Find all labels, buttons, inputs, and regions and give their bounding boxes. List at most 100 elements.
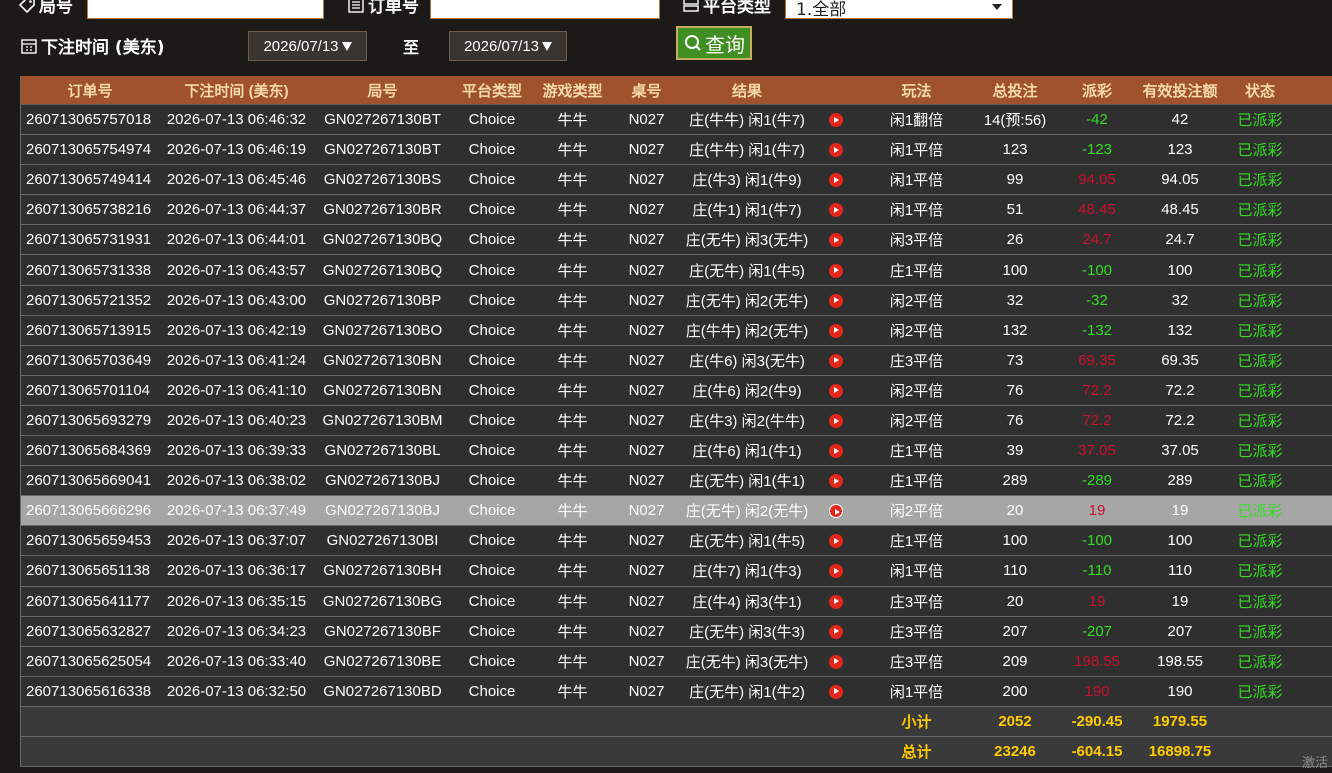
cell-replay (813, 562, 859, 579)
col-header-order[interactable]: 订单号 (21, 80, 159, 101)
cell-result: 庄(牛牛) 闲1(牛7) (689, 112, 805, 130)
col-header-payout[interactable]: 派彩 (1056, 80, 1138, 101)
play-replay-icon[interactable] (829, 624, 843, 639)
platform-select-value: 1.全部 (796, 0, 847, 20)
table-row[interactable]: 260713065754974 2026-07-13 06:46:19 GN0272… (21, 135, 1332, 166)
query-button[interactable]: 查询 (676, 26, 752, 60)
table-row[interactable]: 260713065625054 2026-07-13 06:33:40 GN0272… (21, 646, 1332, 677)
col-header-valid[interactable]: 有效投注额 (1138, 80, 1222, 101)
platform-select[interactable]: 1.全部 (785, 0, 1013, 20)
table-row[interactable]: 260713065632827 2026-07-13 06:34:23 GN0272… (21, 616, 1332, 647)
cell-order: 260713065738216 (26, 201, 152, 219)
play-replay-icon[interactable] (829, 654, 843, 669)
col-header-result[interactable]: 结果 (681, 80, 813, 101)
play-replay-icon[interactable] (829, 293, 843, 308)
play-replay-icon[interactable] (829, 233, 843, 248)
cell-play: 闲2平倍 (889, 503, 944, 521)
play-replay-icon[interactable] (829, 173, 843, 188)
play-replay-icon[interactable] (829, 383, 843, 398)
play-replay-icon[interactable] (829, 143, 843, 158)
cell-round: GN027267130BP (323, 291, 442, 309)
cell-replay (813, 292, 859, 309)
cell-valid: 132 (1167, 321, 1193, 339)
play-replay-icon[interactable] (829, 594, 843, 609)
cell-game: 牛牛 (557, 142, 588, 160)
table-row[interactable]: 260713065641177 2026-07-13 06:35:15 GN0272… (21, 586, 1332, 617)
play-replay-icon[interactable] (829, 564, 843, 579)
table-row[interactable]: 260713065749414 2026-07-13 06:45:46 GN0272… (21, 165, 1332, 196)
cell-status: 已派彩 (1237, 382, 1283, 400)
cell-platform: Choice (468, 111, 516, 129)
table-row[interactable]: 260713065738216 2026-07-13 06:44:37 GN0272… (21, 195, 1332, 226)
play-replay-icon[interactable] (829, 504, 843, 519)
cell-valid: 198.55 (1157, 652, 1203, 670)
play-replay-icon[interactable] (829, 414, 843, 429)
cell-replay (813, 683, 859, 700)
table-row[interactable]: 260713065731931 2026-07-13 06:44:01 GN0272… (21, 225, 1332, 256)
table-row[interactable]: 260713065731338 2026-07-13 06:43:57 GN0272… (21, 255, 1332, 286)
play-replay-icon[interactable] (829, 203, 843, 218)
cell-replay (813, 532, 859, 549)
play-replay-icon[interactable] (829, 684, 843, 699)
table-row[interactable]: 260713065684369 2026-07-13 06:39:33 GN0272… (21, 436, 1332, 467)
table-row[interactable]: 260713065713915 2026-07-13 06:42:19 GN0272… (21, 315, 1332, 346)
cell-valid: 100 (1167, 261, 1193, 279)
table-row[interactable]: 260713065693279 2026-07-13 06:40:23 GN0272… (21, 405, 1332, 437)
play-replay-icon[interactable] (829, 113, 843, 128)
cell-game: 牛牛 (557, 653, 588, 671)
col-header-play[interactable]: 玩法 (859, 80, 974, 101)
cell-time: 2026-07-13 06:44:01 (166, 231, 307, 249)
cell-bet: 200 (1002, 682, 1028, 700)
cell-replay (813, 412, 859, 429)
play-replay-icon[interactable] (829, 263, 843, 278)
cell-result: 庄(牛7) 闲1(牛3) (692, 563, 802, 581)
date-to-picker[interactable]: 2026/07/13 (449, 31, 567, 61)
cell-game: 牛牛 (557, 112, 588, 130)
table-row[interactable]: 260713065659453 2026-07-13 06:37:07 GN0272… (21, 526, 1332, 557)
cell-round: GN027267130BD (323, 682, 442, 700)
cell-replay (813, 201, 859, 218)
platform-icon (683, 0, 699, 12)
cell-status: 已派彩 (1237, 112, 1283, 130)
cell-game: 牛牛 (557, 443, 588, 461)
col-header-bet[interactable]: 总投注 (974, 80, 1056, 101)
table-row[interactable]: 260713065703649 2026-07-13 06:41:24 GN0272… (21, 345, 1332, 376)
cell-table: N027 (628, 291, 665, 309)
cell-play: 庄1平倍 (889, 443, 944, 461)
table-row[interactable]: 260713065669041 2026-07-13 06:38:02 GN0272… (21, 466, 1332, 497)
cell-replay (813, 442, 859, 459)
cell-round: GN027267130BT (324, 141, 441, 159)
cell-valid: 32 (1171, 291, 1189, 309)
table-row[interactable]: 260713065616338 2026-07-13 06:32:50 GN0272… (21, 676, 1332, 707)
cell-round: GN027267130BN (323, 351, 442, 369)
col-header-table[interactable]: 桌号 (612, 80, 681, 101)
table-row[interactable]: 260713065757018 2026-07-13 06:46:32 GN0272… (21, 105, 1332, 136)
play-replay-icon[interactable] (829, 474, 843, 489)
round-input[interactable] (87, 0, 324, 19)
play-replay-icon[interactable] (829, 534, 843, 549)
subtotal-payout: -290.45 (1071, 712, 1123, 730)
cell-payout: -289 (1081, 472, 1113, 490)
table-row[interactable]: 260713065701104 2026-07-13 06:41:10 GN0272… (21, 375, 1332, 406)
table-row[interactable]: 260713065651138 2026-07-13 06:36:17 GN0272… (21, 556, 1332, 587)
play-replay-icon[interactable] (829, 353, 843, 368)
cell-play: 闲2平倍 (889, 382, 944, 400)
play-replay-icon[interactable] (829, 323, 843, 338)
cell-game: 牛牛 (557, 322, 588, 340)
col-header-time[interactable]: 下注时间 (美东) (159, 80, 314, 101)
cell-time: 2026-07-13 06:37:49 (166, 502, 307, 520)
date-from-picker[interactable]: 2026/07/13 (248, 31, 367, 61)
cell-order: 260713065749414 (26, 171, 152, 189)
cell-status: 已派彩 (1237, 593, 1283, 611)
play-replay-icon[interactable] (829, 444, 843, 459)
cell-result: 庄(牛3) 闲1(牛9) (692, 172, 802, 190)
cell-table: N027 (628, 171, 665, 189)
table-row[interactable]: 260713065721352 2026-07-13 06:43:00 GN0272… (21, 285, 1332, 316)
table-row[interactable]: 260713065666296 2026-07-13 06:37:49 GN0272… (21, 496, 1332, 527)
col-header-game[interactable]: 游戏类型 (533, 80, 612, 101)
order-input[interactable] (430, 0, 660, 19)
cell-order: 260713065632827 (26, 622, 152, 640)
col-header-status[interactable]: 状态 (1222, 80, 1298, 101)
col-header-platform[interactable]: 平台类型 (451, 80, 533, 101)
col-header-round[interactable]: 局号 (314, 80, 451, 101)
